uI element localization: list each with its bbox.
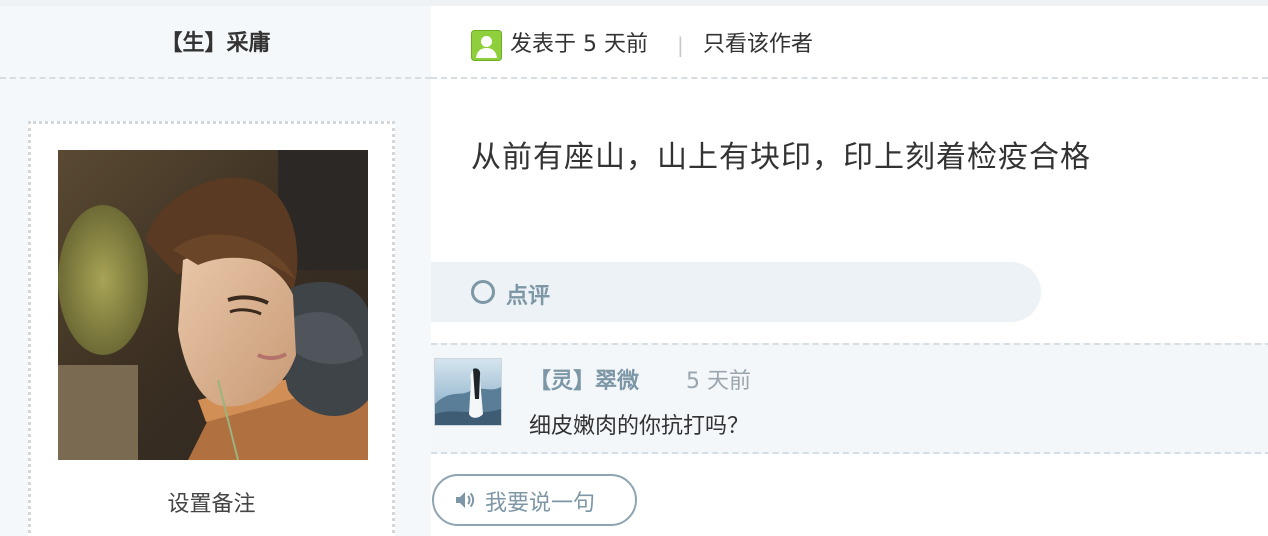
comment-text: 细皮嫩肉的你抗打吗？ bbox=[529, 414, 750, 439]
post-content: 从前有座山，山上有块印，印上刻着检疫合格 bbox=[471, 140, 1091, 175]
avatar-card: 设置备注 bbox=[28, 121, 395, 536]
post-main: 发表于 5 天前 | 只看该作者 从前有座山，山上有块印，印上刻着检疫合格 点评 bbox=[431, 6, 1268, 536]
comment-item: 【灵】翠微 5 天前 细皮嫩肉的你抗打吗？ bbox=[431, 343, 1268, 454]
comment-section-header: 点评 bbox=[431, 262, 1041, 322]
comment-label[interactable]: 点评 bbox=[506, 278, 550, 310]
set-remark-link[interactable]: 设置备注 bbox=[31, 486, 392, 518]
comment-time: 5 天前 bbox=[686, 369, 751, 394]
circle-icon bbox=[471, 280, 495, 304]
comment-author[interactable]: 【灵】翠微 bbox=[529, 363, 639, 395]
header-divider: | bbox=[677, 33, 684, 57]
user-icon bbox=[471, 30, 502, 61]
add-comment-label: 我要说一句 bbox=[485, 491, 596, 516]
posted-time: 发表于 5 天前 bbox=[510, 32, 648, 57]
post-header: 发表于 5 天前 | 只看该作者 bbox=[431, 6, 1268, 79]
only-author-link[interactable]: 只看该作者 bbox=[703, 30, 813, 60]
avatar[interactable] bbox=[434, 358, 502, 426]
add-comment-button[interactable]: 我要说一句 bbox=[432, 474, 637, 526]
author-name[interactable]: 【生】采庸 bbox=[0, 6, 431, 79]
avatar[interactable] bbox=[58, 150, 368, 460]
author-sidebar: 【生】采庸 设置备注 bbox=[0, 6, 431, 536]
speaker-icon bbox=[454, 489, 476, 511]
